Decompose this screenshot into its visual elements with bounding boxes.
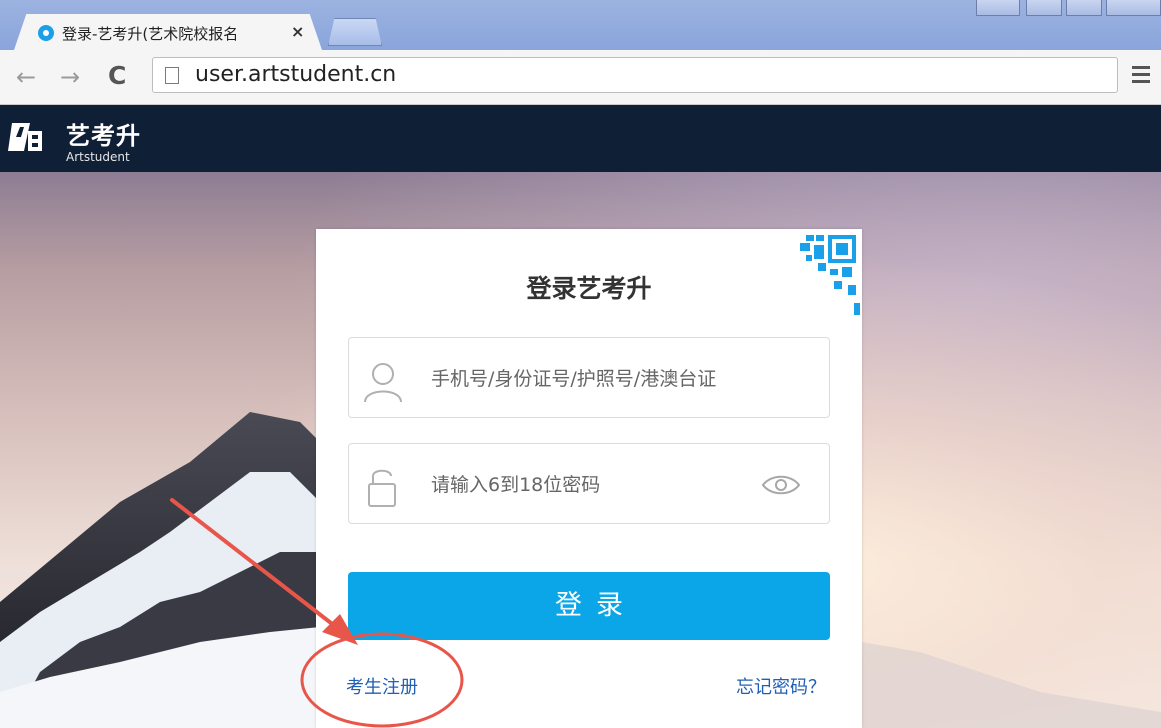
restore-button[interactable]	[1066, 0, 1102, 16]
reload-icon[interactable]: C	[108, 61, 126, 90]
user-icon	[364, 363, 402, 402]
brand-name[interactable]: 艺考升	[66, 116, 141, 151]
browser-toolbar: ← → C user.artstudent.cn	[0, 50, 1161, 105]
page-icon	[165, 67, 179, 84]
forward-icon[interactable]: →	[60, 63, 80, 91]
close-window-button[interactable]	[1106, 0, 1161, 16]
account-field[interactable]: 手机号/身份证号/护照号/港澳台证	[348, 337, 830, 418]
browser-tab-strip: 登录-艺考升(艺术院校报名 ×	[0, 0, 1161, 50]
lock-icon	[368, 469, 396, 507]
forgot-password-link[interactable]: 忘记密码？	[736, 673, 826, 699]
maximize-button[interactable]	[1026, 0, 1062, 16]
site-header: 艺考升 Artstudent	[0, 105, 1161, 172]
account-placeholder: 手机号/身份证号/护照号/港澳台证	[431, 368, 717, 390]
password-field[interactable]: 请输入6到18位密码	[348, 443, 830, 524]
menu-icon[interactable]	[1132, 66, 1150, 87]
url-text[interactable]: user.artstudent.cn	[195, 62, 396, 87]
login-button[interactable]: 登录	[348, 572, 830, 640]
register-link[interactable]: 考生注册	[346, 673, 418, 699]
login-title: 登录艺考升	[526, 274, 652, 303]
brand-subtitle: Artstudent	[66, 150, 130, 164]
back-icon[interactable]: ←	[16, 63, 36, 91]
tab-close-icon[interactable]: ×	[291, 22, 304, 41]
minimize-button[interactable]	[976, 0, 1020, 16]
login-card: 登录艺考升 手机号/身份证号/护照号/港澳台证 请输入6到18位密码 登录 考生…	[316, 229, 862, 728]
brand-logo-icon[interactable]	[8, 119, 44, 155]
tab-title: 登录-艺考升(艺术院校报名	[62, 25, 239, 43]
browser-tab[interactable]: 登录-艺考升(艺术院校报名 ×	[14, 14, 322, 50]
new-tab-button[interactable]	[328, 18, 382, 46]
password-placeholder: 请输入6到18位密码	[431, 474, 601, 496]
favicon-icon	[38, 25, 54, 41]
address-bar[interactable]: user.artstudent.cn	[152, 57, 1118, 93]
eye-icon[interactable]	[761, 472, 801, 498]
